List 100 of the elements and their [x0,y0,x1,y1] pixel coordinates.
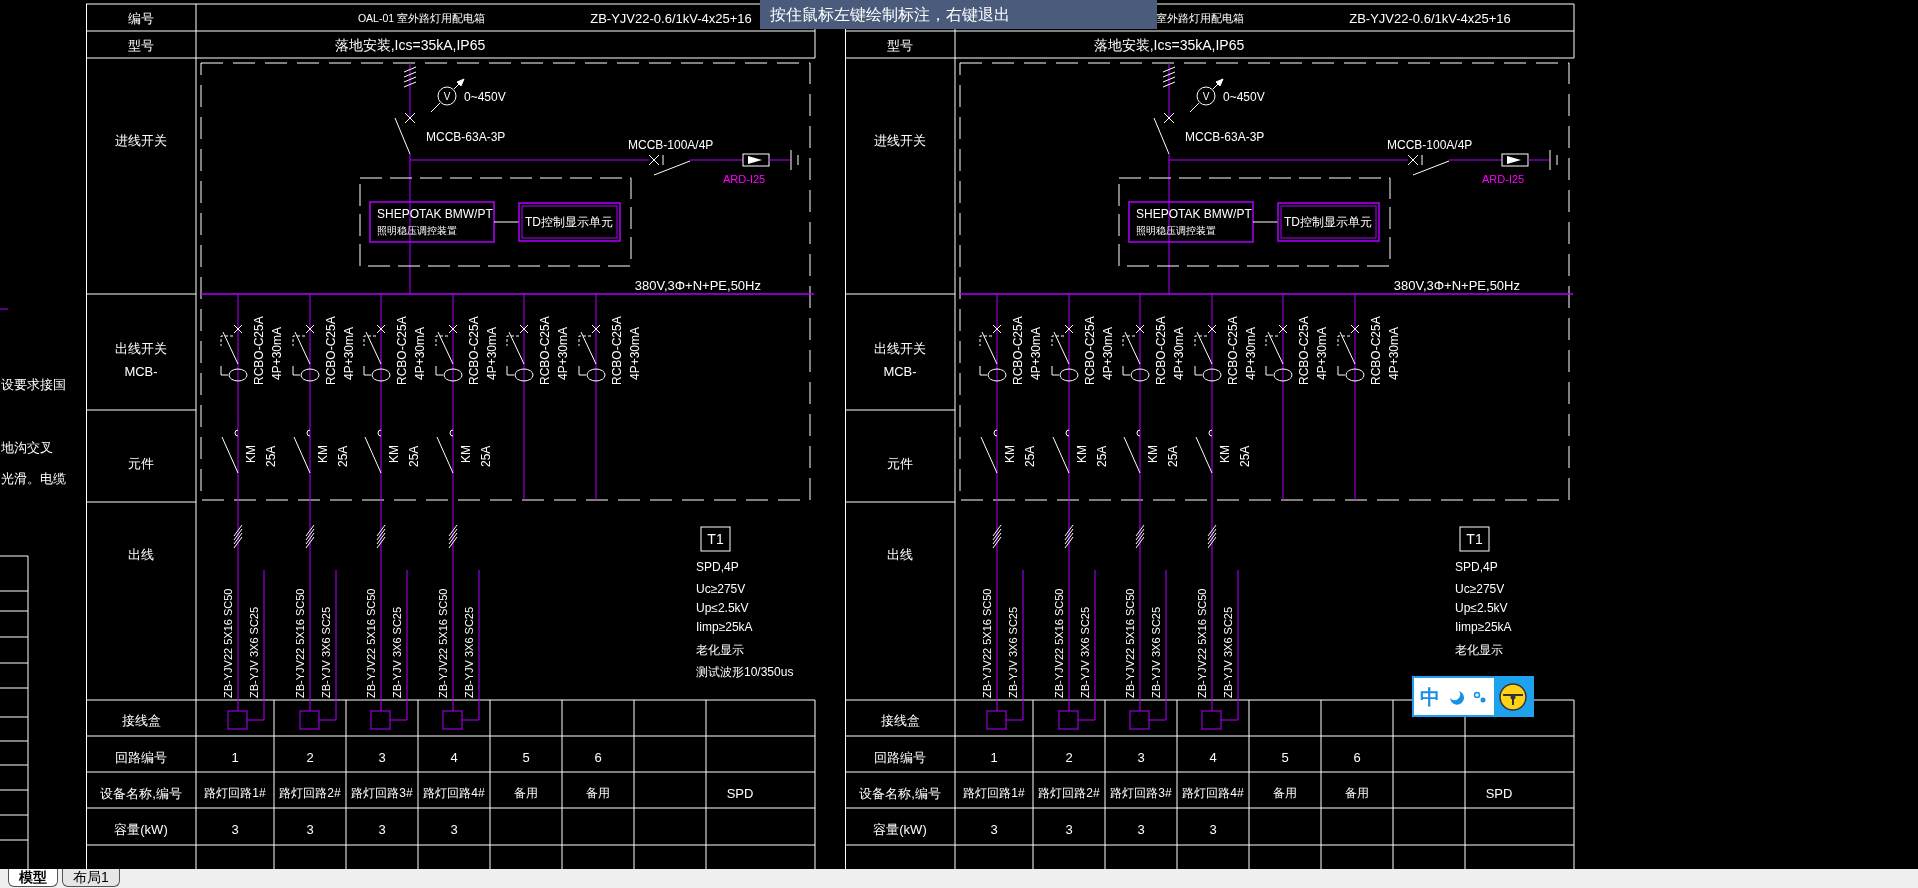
regulator-label: 照明稳压调控装置 [377,224,457,236]
cable-label: ZB-YJV 3X6 SC25 [463,606,475,698]
cable-tick-icon [1207,524,1217,549]
circuit-number: 4 [450,749,458,765]
rcbo-label: RCBO-C25A [1154,316,1168,385]
earth-icon [790,149,799,171]
row-label: 型号 [887,37,913,53]
device-name: 路灯回路1# [963,786,1025,800]
row-label: 出线 [128,546,154,562]
branch-line [1448,159,1503,161]
cable-label: ZB-YJV 3X6 SC25 [248,606,260,698]
cable-label: ZB-YJV22 5X16 SC50 [1124,588,1136,698]
spd-spec: Iimp≥25kA [1455,620,1512,634]
device-name: 路灯回路4# [1182,786,1244,800]
contactor-label: KM [1218,445,1232,463]
cable-label: ZB-YJV 3X6 SC25 [320,606,332,698]
cable-label: ZB-YJV 3X6 SC25 [1007,606,1019,698]
rcbo-spec: 4P+30mA [1387,326,1401,380]
model-spec: 落地安装,Ics=35kA,IP65 [1093,37,1245,53]
contactor-icon [980,429,998,474]
cable-spec: ZB-YJV22-0.6/1kV-4x25+16 [590,10,752,26]
display-unit-label: TD控制显示单元 [525,215,613,229]
device-name: 备用 [1345,786,1369,800]
circuit-number: 6 [594,749,602,765]
capacity-value: 3 [990,821,998,837]
row-label: 出线开关 [874,340,926,356]
contactor-icon [221,429,239,474]
row-label: 进线开关 [115,132,167,148]
spd-spec: SPD,4P [1455,560,1498,574]
contactor-rating: 25A [1238,445,1252,467]
rcbo-spec: 4P+30mA [628,326,642,380]
row-label: 容量(kW) [114,821,168,837]
regulator-label: 照明稳压调控装置 [1136,224,1216,236]
spd-spec: 测试波形10/350us [696,665,794,679]
rcbo-label: RCBO-C25A [1369,316,1383,385]
supply-label: 380V,3Φ+N+PE,50Hz [634,277,761,293]
rcbo-label: RCBO-C25A [324,316,338,385]
row-label: 出线 [887,546,913,562]
row-label: 回路编号 [115,749,167,765]
contactor-label: KM [244,445,258,463]
monitor-label: ARD-I25 [1482,173,1525,185]
branch-line [689,159,744,161]
contactor-rating: 25A [1023,445,1037,467]
row-label: 接线盒 [880,712,920,728]
circuit-number: 2 [306,749,314,765]
regulator-label: SHEPOTAK BMW/PT [377,207,493,221]
feeder-line [1168,62,1170,119]
row-label: 设备名称,编号 [859,785,941,801]
spd-tag: T1 [707,531,724,547]
cable-label: ZB-YJV 3X6 SC25 [1079,606,1091,698]
rcbo-spec: 4P+30mA [270,326,284,380]
contactor-icon [1123,429,1141,474]
layout-tab[interactable]: 布局1 [62,869,120,887]
rcbo-icon [1051,324,1079,382]
command-prompt: 按住鼠标左键绘制标注，右键退出 [760,0,1157,29]
junction-box [370,710,391,730]
rcbo-spec: 4P+30mA [1101,326,1115,380]
junction-box [986,710,1007,730]
voltmeter-icon [430,78,465,113]
dimension-mark [0,308,9,310]
row-label: MCB- [124,363,158,379]
layout-tab[interactable]: 模型 [8,869,58,887]
display-unit-label: TD控制显示单元 [1284,215,1372,229]
rcbo-icon [979,324,1007,382]
cable-label: ZB-YJV22 5X16 SC50 [294,588,306,698]
device-name: 路灯回路4# [423,786,485,800]
circuit-number: 3 [378,749,386,765]
capacity-value: 3 [1137,821,1145,837]
rcbo-icon [1265,324,1293,382]
connector-line [493,221,520,223]
cable-label: ZB-YJV22 5X16 SC50 [365,588,377,698]
spd-spec: Up≤2.5kV [1455,601,1508,615]
device-name: 备用 [514,786,538,800]
device-name: 备用 [1273,786,1297,800]
moon-icon[interactable] [1448,688,1464,705]
rcbo-icon [506,324,534,382]
rcbo-spec: 4P+30mA [1029,326,1043,380]
breaker-label: MCCB-63A-3P [1185,130,1265,144]
cable-tick-icon [305,524,315,549]
circuit-number: 1 [990,749,998,765]
circuit-number: 1 [231,749,239,765]
feeder-line [409,62,411,119]
note-text: 设要求接国 [1,376,66,392]
contactor-label: KM [1075,445,1089,463]
cable-label: ZB-YJV22 5X16 SC50 [1196,588,1208,698]
contactor-rating: 25A [1095,445,1109,467]
circuit-number: 5 [1281,749,1289,765]
contactor-icon [293,429,311,474]
row-label: 元件 [128,455,154,471]
connector-line [1252,221,1279,223]
cable-tick-icon [1162,66,1176,88]
rcbo-label: RCBO-C25A [395,316,409,385]
contactor-rating: 25A [336,445,350,467]
supply-label: 380V,3Φ+N+PE,50Hz [1393,277,1520,293]
capacity-value: 3 [231,821,239,837]
contactor-rating: 25A [479,445,493,467]
meter-range: 0~450V [1223,90,1265,104]
row-label: 元件 [887,455,913,471]
bell-icon[interactable] [1498,681,1528,712]
device-name: SPD [726,785,754,801]
